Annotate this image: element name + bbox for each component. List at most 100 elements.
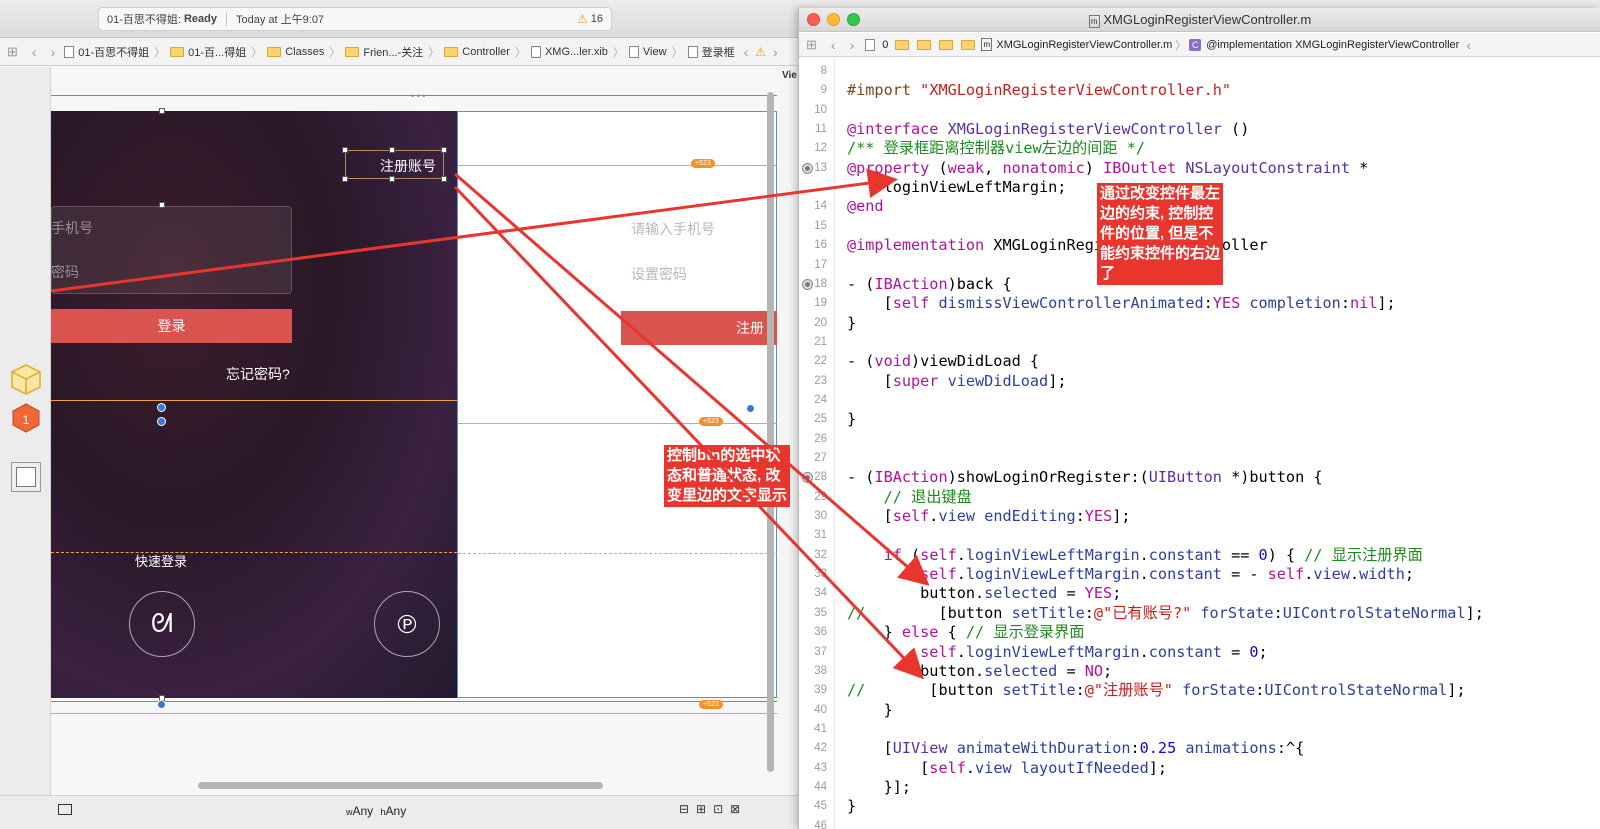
breadcrumb-item[interactable]: 01-百思不得姐 bbox=[62, 44, 151, 60]
code-line[interactable]: #import "XMGLoginRegisterViewController.… bbox=[847, 81, 1231, 100]
outlet-connection-icon[interactable] bbox=[802, 162, 813, 174]
breadcrumb-item[interactable]: 登录框 bbox=[686, 44, 737, 60]
code-line[interactable]: loginViewLeftMargin; bbox=[847, 178, 1067, 197]
warning-indicator[interactable]: ⚠ 16 bbox=[577, 12, 603, 26]
breadcrumb-label: 01-百思不得姐 bbox=[78, 46, 150, 59]
constraint-dot[interactable] bbox=[157, 700, 166, 709]
line-number: 42 bbox=[814, 742, 827, 755]
register-phone-placeholder[interactable]: 请输入手机号 bbox=[631, 219, 715, 239]
constraint-annotation: 通过改变控件最左 边的约束, 控制控 件的位置, 但是不 能约束控件的右边了 bbox=[1097, 183, 1224, 285]
breadcrumb-label: XMG...ler.xib bbox=[544, 45, 608, 58]
code-line[interactable]: }]; bbox=[847, 778, 911, 797]
breadcrumb-item[interactable]: Controller bbox=[442, 46, 512, 58]
code-line[interactable]: self.loginViewLeftMargin.constant = 0; bbox=[847, 643, 1268, 662]
register-password-placeholder[interactable]: 设置密码 bbox=[631, 264, 687, 284]
code-line[interactable]: } bbox=[847, 410, 856, 429]
counterpart-back-icon[interactable]: ‹ bbox=[1459, 37, 1478, 53]
constraint-dot[interactable] bbox=[746, 404, 755, 413]
class-icon: C bbox=[1189, 38, 1202, 51]
code-line[interactable]: button.selected = NO; bbox=[847, 662, 1112, 681]
folder-icon[interactable] bbox=[939, 39, 954, 50]
password-input-placeholder[interactable]: 密码 bbox=[51, 262, 79, 282]
breadcrumb-label: Frien...-关注 bbox=[363, 46, 424, 59]
register-submit-button[interactable]: 注册 bbox=[621, 311, 777, 345]
breadcrumb-item[interactable]: XMG...ler.xib bbox=[529, 45, 610, 58]
code-line[interactable]: // [button setTitle:@"已有账号?" forState:UI… bbox=[847, 604, 1484, 623]
weibo-login-button[interactable]: ᘛ bbox=[129, 591, 195, 657]
document-outline-label: Vie bbox=[782, 70, 797, 81]
activity-time: Today at 上午9:07 bbox=[236, 14, 325, 26]
code-line[interactable]: } bbox=[847, 314, 856, 333]
qq-login-button[interactable]: ℗ bbox=[374, 591, 440, 657]
code-line[interactable]: [super viewDidLoad]; bbox=[847, 372, 1067, 391]
m-file-icon: m bbox=[1088, 15, 1100, 28]
code-line[interactable]: - (IBAction)showLoginOrRegister:(UIButto… bbox=[847, 468, 1323, 487]
jump-counter[interactable]: 0 bbox=[882, 39, 888, 51]
back-arrow-icon[interactable]: ‹ bbox=[25, 44, 44, 60]
code-line[interactable]: } bbox=[847, 701, 893, 720]
code-line[interactable]: [self.view endEditing:YES]; bbox=[847, 507, 1131, 526]
storyboard-canvas[interactable]: • • • 手机号 密码 登录 忘记密码? 注册账号 快速登录 ᘛ ℗ 请输入手… bbox=[51, 67, 777, 817]
code-line[interactable]: } bbox=[847, 797, 856, 816]
forward-arrow-icon[interactable]: › bbox=[843, 37, 862, 53]
vertical-scrollbar[interactable] bbox=[767, 92, 774, 772]
code-line[interactable]: /** 登录框距离控制器view左边的间距 */ bbox=[847, 139, 1145, 158]
code-line[interactable]: } else { // 显示登录界面 bbox=[847, 623, 1085, 642]
back-arrow-icon[interactable]: ‹ bbox=[824, 37, 843, 53]
constraint-badge[interactable]: +523 bbox=[691, 159, 715, 168]
code-line[interactable]: if (self.loginViewLeftMargin.constant ==… bbox=[847, 546, 1423, 565]
forgot-password-link[interactable]: 忘记密码? bbox=[226, 364, 290, 384]
source-editor[interactable]: 8 9 10 11 12 13 14 15 16 17 18 19 20 21 22 23 24 25 26 27 28… bbox=[799, 58, 1600, 829]
code-line[interactable]: // 退出键盘 bbox=[847, 488, 972, 507]
breadcrumb-item[interactable]: Frien...-关注 bbox=[343, 44, 425, 60]
code-line[interactable]: [UIView animateWithDuration:0.25 animati… bbox=[847, 739, 1305, 758]
constraint-badge[interactable]: +523 bbox=[699, 700, 723, 709]
constraint-dot[interactable] bbox=[157, 417, 166, 426]
code-line[interactable]: // [button setTitle:@"注册账号" forState:UIC… bbox=[847, 681, 1466, 700]
breadcrumb-item[interactable]: 01-百...得姐 bbox=[168, 44, 248, 60]
folder-icon[interactable] bbox=[961, 39, 976, 50]
annotation-line: 态和普通状态, 改 bbox=[667, 467, 781, 484]
code-line[interactable]: - (void)viewDidLoad { bbox=[847, 352, 1039, 371]
annotation-line: 变里边的文字显示 bbox=[667, 487, 788, 504]
code-line[interactable]: [self.view layoutIfNeeded]; bbox=[847, 759, 1167, 778]
outline-toggle-icon[interactable] bbox=[58, 804, 72, 815]
folder-icon[interactable] bbox=[917, 39, 932, 50]
register-scene[interactable]: 请输入手机号 设置密码 注册 bbox=[457, 111, 777, 698]
view-object-icon[interactable] bbox=[11, 462, 41, 492]
issue-warning-icon[interactable]: ⚠ bbox=[755, 45, 766, 59]
resize-handle bbox=[389, 147, 395, 153]
issue-back-icon[interactable]: ‹ bbox=[737, 44, 756, 60]
window-title-text: XMGLoginRegisterViewController.m bbox=[1103, 12, 1312, 27]
breadcrumb-item[interactable]: Classes bbox=[265, 46, 326, 58]
outlet-connection-icon[interactable] bbox=[802, 278, 813, 290]
phone-input-placeholder[interactable]: 手机号 bbox=[51, 218, 93, 238]
login-scene[interactable]: 手机号 密码 登录 忘记密码? 注册账号 快速登录 ᘛ ℗ bbox=[51, 108, 457, 709]
cube-icon[interactable] bbox=[10, 363, 42, 395]
related-items-icon[interactable]: ⊞ bbox=[0, 44, 25, 60]
jump-symbol[interactable]: @implementation XMGLoginRegisterViewCont… bbox=[1206, 39, 1459, 51]
register-toggle-button[interactable]: 注册账号 bbox=[345, 150, 444, 179]
issue-forward-icon[interactable]: › bbox=[766, 44, 785, 60]
outlet-connection-icon[interactable] bbox=[802, 472, 813, 484]
code-line[interactable]: - (IBAction)back { bbox=[847, 275, 1012, 294]
layout-tool-icons[interactable]: ⊟⊞⊡⊠ bbox=[679, 802, 747, 816]
jump-file[interactable]: XMGLoginRegisterViewController.m bbox=[996, 39, 1172, 51]
object-cube-icon[interactable]: 1 bbox=[11, 403, 41, 433]
related-items-icon[interactable]: ⊞ bbox=[799, 37, 824, 53]
code-line[interactable]: button.selected = YES; bbox=[847, 584, 1121, 603]
breadcrumb-item[interactable]: View bbox=[627, 45, 669, 58]
code-line[interactable]: [self dismissViewControllerAnimated:YES … bbox=[847, 294, 1396, 313]
constraint-badge[interactable]: +523 bbox=[699, 417, 723, 426]
code-line[interactable]: self.loginViewLeftMargin.constant = - se… bbox=[847, 565, 1414, 584]
size-class-selector[interactable]: wAny hAny bbox=[346, 804, 406, 818]
folder-icon[interactable] bbox=[895, 39, 910, 50]
constraint-dot[interactable] bbox=[157, 403, 166, 412]
code-line[interactable]: @interface XMGLoginRegisterViewControlle… bbox=[847, 120, 1249, 139]
login-button[interactable]: 登录 bbox=[51, 309, 292, 343]
resize-handle bbox=[441, 176, 447, 182]
horizontal-scrollbar[interactable] bbox=[198, 782, 603, 789]
code-line[interactable]: @end bbox=[847, 197, 884, 216]
forward-arrow-icon[interactable]: › bbox=[44, 44, 63, 60]
code-line[interactable]: @property (weak, nonatomic) IBOutlet NSL… bbox=[847, 159, 1368, 178]
